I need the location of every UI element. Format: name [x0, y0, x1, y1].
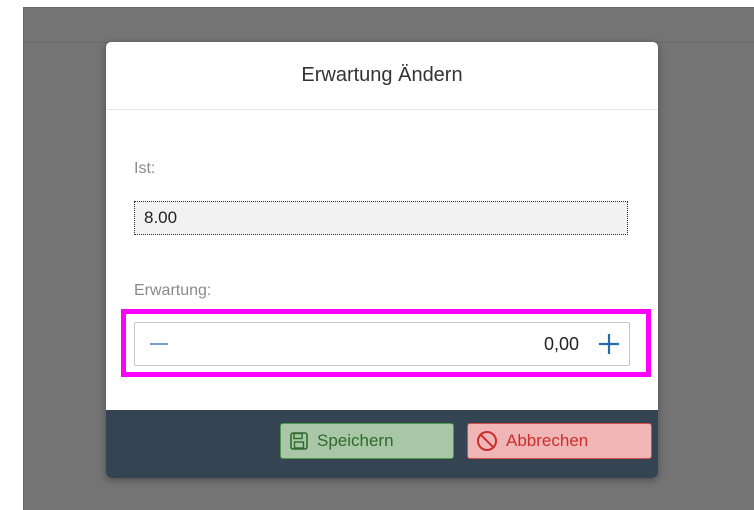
cancel-label: Abbrechen: [506, 431, 589, 450]
change-expectation-dialog: Erwartung Ändern Ist: 8.00 Erwartung: 0,…: [106, 42, 658, 478]
decrement-button[interactable]: [135, 323, 183, 365]
erwartung-value[interactable]: 0,00: [183, 334, 589, 355]
erwartung-label: Erwartung:: [134, 282, 212, 299]
save-button[interactable]: Speichern: [280, 423, 454, 459]
increment-button[interactable]: [589, 323, 629, 365]
prohibited-icon: [476, 430, 498, 452]
floppy-disk-icon: [289, 431, 309, 451]
dialog-title: Erwartung Ändern: [106, 42, 658, 110]
plus-icon: [599, 334, 619, 354]
save-label: Speichern: [317, 431, 394, 450]
ist-label: Ist:: [134, 160, 156, 177]
ist-value-field[interactable]: 8.00: [134, 201, 628, 235]
erwartung-stepper[interactable]: 0,00: [134, 322, 630, 366]
cancel-button[interactable]: Abbrechen: [467, 423, 652, 459]
ist-value: 8.00: [144, 208, 178, 227]
minus-icon: [150, 343, 168, 345]
dialog-footer: Speichern Abbrechen: [106, 410, 658, 478]
